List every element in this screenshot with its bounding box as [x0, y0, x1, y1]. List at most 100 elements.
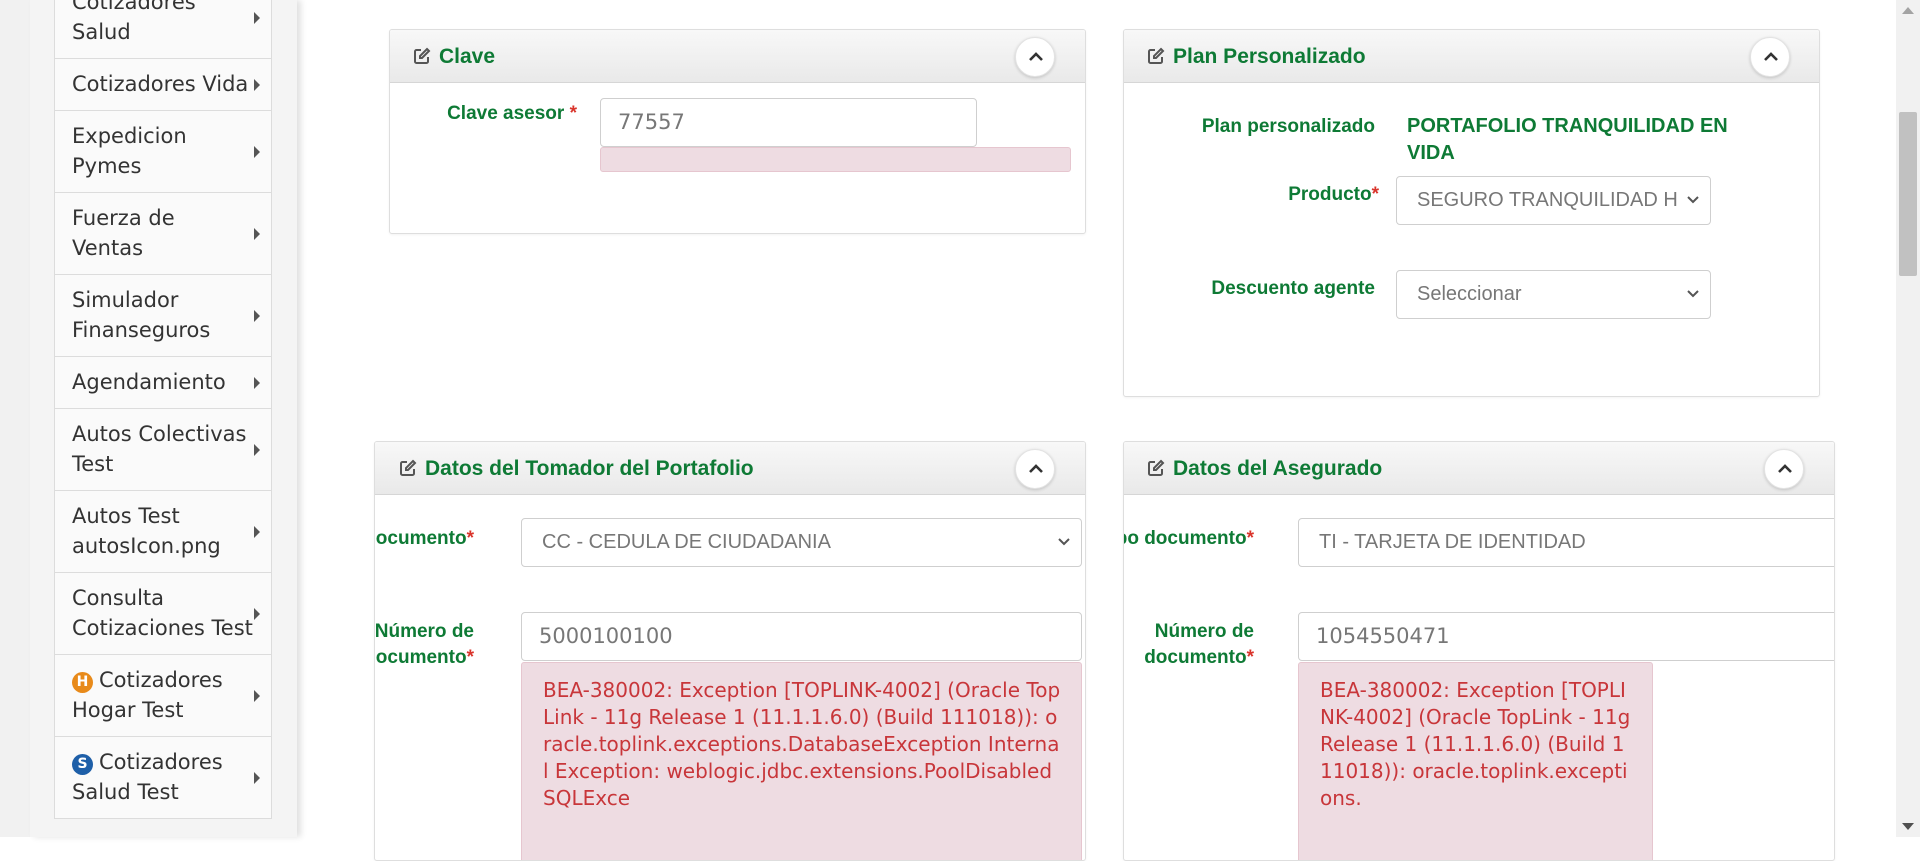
datos-tomador-panel: Datos del Tomador del Portafolio o docum… [374, 441, 1086, 861]
select-value: SEGURO TRANQUILIDAD H [1417, 189, 1678, 211]
plan-personalizado-panel: Plan Personalizado Plan personalizado PO… [1123, 29, 1820, 397]
sidebar-item-autos-test[interactable]: Autos Test autosIcon.png [54, 491, 272, 573]
select-value: Seleccionar [1417, 283, 1522, 305]
left-gutter [0, 0, 30, 837]
datos-asegurado-panel: Datos del Asegurado Tipo documento* TI -… [1123, 441, 1835, 861]
collapse-button[interactable] [1750, 37, 1790, 77]
tipo-documento-label: Tipo documento* [1124, 526, 1254, 552]
panel-title: Datos del Tomador del Portafolio [399, 442, 754, 497]
scroll-up-icon[interactable] [1902, 7, 1914, 14]
edit-icon [399, 444, 417, 497]
chevron-up-icon [1778, 464, 1792, 473]
sidebar-item-label: Expedicion Pymes [72, 124, 187, 178]
sidebar-item-fuerza-de-ventas[interactable]: Fuerza de Ventas [54, 193, 272, 275]
panel-title: Datos del Asegurado [1147, 442, 1382, 497]
descuento-agente-select[interactable]: Seleccionar [1396, 270, 1711, 319]
chevron-up-icon [1764, 52, 1778, 61]
required-mark: * [1246, 528, 1254, 549]
numero-documento-input[interactable]: 5000100100 [521, 612, 1082, 661]
scroll-down-icon[interactable] [1902, 823, 1914, 830]
chevron-up-icon [1029, 464, 1043, 473]
caret-right-icon [254, 227, 260, 240]
chevron-down-icon [1058, 538, 1070, 546]
panel-header: Clave [390, 30, 1085, 83]
required-mark: * [1371, 184, 1379, 205]
clave-panel: Clave Clave asesor * 77557 [389, 29, 1086, 234]
sidebar-item-simulador-finanseguros[interactable]: Simulador Finanseguros [54, 275, 272, 357]
tomador-title: Datos del Tomador del Portafolio [425, 457, 754, 480]
sidebar-item-label: Fuerza de Ventas [72, 206, 175, 260]
select-value: TI - TARJETA DE IDENTIDAD [1319, 531, 1586, 553]
sidebar-item-expedicion-pymes[interactable]: Expedicion Pymes [54, 111, 272, 193]
numero-documento-label: Número de documento* [374, 619, 474, 671]
caret-right-icon [254, 525, 260, 538]
select-value: CC - CEDULA DE CIUDADANIA [542, 531, 831, 553]
caret-right-icon [254, 11, 260, 24]
label-text: documento [374, 647, 467, 668]
sidebar-item-label: Cotizadores Salud [72, 0, 196, 44]
required-mark: * [569, 103, 577, 124]
clave-asesor-label: Clave asesor * [447, 101, 577, 127]
tipo-documento-select[interactable]: CC - CEDULA DE CIUDADANIA [521, 518, 1082, 567]
label-text: Producto [1288, 184, 1372, 205]
caret-right-icon [254, 607, 260, 620]
sidebar-item-label: Simulador Finanseguros [72, 288, 211, 342]
collapse-button[interactable] [1015, 37, 1055, 77]
panel-title: Clave [413, 30, 495, 85]
label-text: o documento [374, 528, 467, 549]
panel-header: Datos del Tomador del Portafolio [375, 442, 1085, 495]
sidebar-item-label: Consulta Cotizaciones Test [72, 586, 253, 640]
scrollbar-thumb[interactable] [1899, 112, 1917, 276]
caret-right-icon [254, 78, 260, 91]
sidebar-item-label: Cotizadores Hogar Test [72, 668, 223, 722]
descuento-agente-label: Descuento agente [1211, 278, 1375, 299]
panel-title: Plan Personalizado [1147, 30, 1366, 85]
numero-documento-label: Número de documento* [1144, 619, 1254, 671]
producto-select[interactable]: SEGURO TRANQUILIDAD H [1396, 176, 1711, 225]
edit-icon [1147, 32, 1165, 85]
collapse-button[interactable] [1764, 449, 1804, 489]
producto-label: Producto* [1288, 182, 1379, 208]
clave-asesor-input[interactable]: 77557 [600, 98, 977, 147]
tipo-documento-label: o documento* [374, 526, 474, 552]
required-mark: * [466, 528, 474, 549]
required-mark: * [1246, 647, 1254, 668]
hogar-h-icon: H [72, 672, 93, 693]
edit-icon [1147, 444, 1165, 497]
panel-header: Datos del Asegurado [1124, 442, 1834, 495]
page-scrollbar[interactable] [1896, 0, 1920, 837]
sidebar-item-agendamiento[interactable]: Agendamiento [54, 357, 272, 409]
panel-header: Plan Personalizado [1124, 30, 1819, 83]
chevron-down-icon [1687, 290, 1699, 298]
numero-documento-input[interactable]: 1054550471 [1298, 612, 1834, 661]
sidebar-item-label: Agendamiento [72, 370, 226, 394]
salud-s-icon: S [72, 754, 93, 775]
numero-documento-error: BEA-380002: Exception [TOPLINK-4002] (Or… [1298, 662, 1653, 860]
label-text: Tipo documento [1124, 528, 1247, 549]
sidebar-item-label: Autos Colectivas Test [72, 422, 247, 476]
edit-icon [413, 32, 431, 85]
sidebar-item-label: Autos Test autosIcon.png [72, 504, 221, 558]
asegurado-title: Datos del Asegurado [1173, 457, 1383, 480]
sidebar-item-cotizadores-salud[interactable]: Cotizadores Salud [54, 0, 272, 59]
required-mark: * [466, 647, 474, 668]
sidebar: Cotizadores Salud Cotizadores Vida Exped… [30, 0, 297, 837]
sidebar-menu: Cotizadores Salud Cotizadores Vida Exped… [54, 0, 272, 819]
clave-error-message [600, 147, 1071, 172]
tipo-documento-select[interactable]: TI - TARJETA DE IDENTIDAD [1298, 518, 1834, 567]
collapse-button[interactable] [1015, 449, 1055, 489]
sidebar-item-cotizadores-vida[interactable]: Cotizadores Vida [54, 59, 272, 111]
sidebar-item-autos-colectivas-test[interactable]: Autos Colectivas Test [54, 409, 272, 491]
caret-right-icon [254, 309, 260, 322]
caret-right-icon [254, 771, 260, 784]
label-text: Número de [1154, 621, 1254, 642]
caret-right-icon [254, 145, 260, 158]
sidebar-item-label: Cotizadores Salud Test [72, 750, 223, 804]
label-text: documento [1144, 647, 1247, 668]
label-text: Clave asesor [447, 103, 565, 124]
sidebar-item-cotizadores-hogar-test[interactable]: H Cotizadores Hogar Test [54, 655, 272, 737]
plan-personalizado-value: PORTAFOLIO TRANQUILIDAD EN VIDA [1407, 115, 1728, 164]
numero-documento-error: BEA-380002: Exception [TOPLINK-4002] (Or… [521, 662, 1082, 860]
sidebar-item-cotizadores-salud-test[interactable]: S Cotizadores Salud Test [54, 737, 272, 819]
sidebar-item-consulta-cotizaciones-test[interactable]: Consulta Cotizaciones Test [54, 573, 272, 655]
